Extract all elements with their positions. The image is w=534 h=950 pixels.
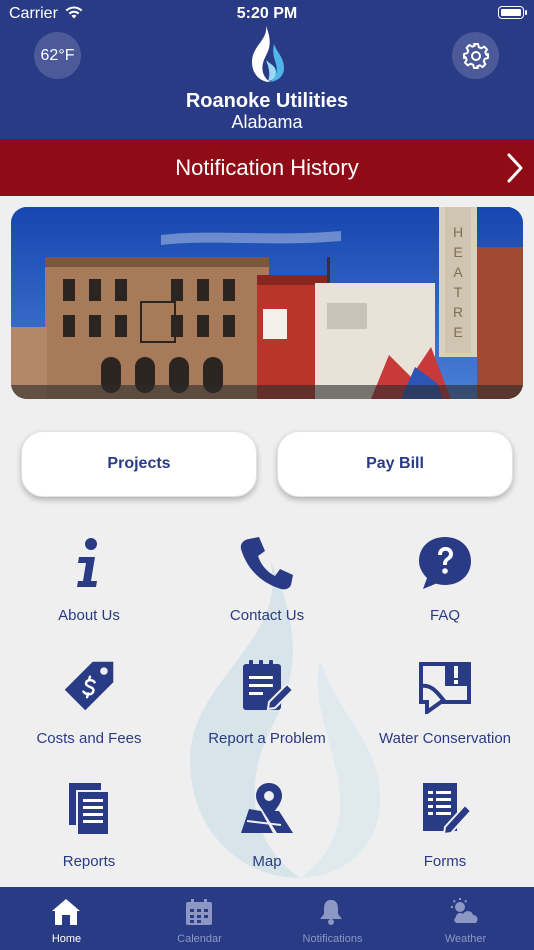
forms-item[interactable]: Forms	[356, 781, 534, 870]
tab-home-label: Home	[51, 933, 82, 945]
info-icon	[77, 538, 97, 587]
reports-item[interactable]: Reports	[0, 781, 178, 870]
tab-calendar[interactable]: Calendar	[133, 887, 266, 950]
temperature-value: 62°F	[40, 46, 75, 64]
contact-us-label: Contact Us	[229, 607, 305, 624]
costs-and-fees-label: Costs and Fees	[36, 730, 142, 747]
home-icon	[52, 899, 80, 925]
edit-note-icon	[243, 660, 295, 711]
faq-label: FAQ	[429, 607, 460, 624]
tab-weather-label: Weather	[444, 933, 487, 945]
faq-item[interactable]: FAQ	[356, 535, 534, 624]
water-conservation-item[interactable]: Water Conservation	[356, 658, 534, 747]
about-us-label: About Us	[58, 607, 120, 624]
temperature-button[interactable]: 62°F	[34, 32, 81, 79]
form-edit-icon	[423, 783, 473, 836]
brand-location: Alabama	[231, 112, 303, 132]
alert-map-icon	[419, 662, 471, 714]
svg-text:E: E	[453, 244, 462, 260]
pay-bill-button-label: Pay Bill	[366, 455, 424, 472]
water-conservation-label: Water Conservation	[379, 730, 511, 747]
tab-notifications-label: Notifications	[302, 933, 363, 945]
water-drop-logo-icon	[252, 26, 284, 82]
svg-text:R: R	[453, 304, 463, 320]
tab-home[interactable]: Home	[0, 887, 133, 950]
chevron-right-icon	[507, 153, 523, 183]
map-label: Map	[252, 853, 282, 870]
costs-and-fees-item[interactable]: Costs and Fees	[0, 658, 178, 747]
downtown-banner-image: H E A T R E	[11, 207, 523, 399]
app-header: Carrier 5:20 PM 62°F Roanoke Utilities A…	[0, 0, 534, 139]
settings-button[interactable]	[452, 32, 499, 79]
notification-history-title: Notification History	[175, 155, 359, 180]
brand-name: Roanoke Utilities	[185, 90, 349, 112]
map-pin-icon	[241, 783, 293, 833]
price-tag-icon	[64, 661, 114, 711]
status-time: 5:20 PM	[236, 5, 298, 22]
report-a-problem-label: Report a Problem	[208, 730, 326, 747]
svg-text:A: A	[453, 264, 463, 280]
svg-text:T: T	[454, 284, 463, 300]
brand-block: Roanoke Utilities Alabama	[0, 90, 534, 132]
projects-button[interactable]: Projects	[21, 431, 257, 497]
bell-icon	[320, 900, 342, 925]
forms-label: Forms	[423, 853, 467, 870]
documents-icon	[69, 783, 110, 836]
svg-text:H: H	[453, 224, 463, 240]
contact-us-item[interactable]: Contact Us	[178, 535, 356, 624]
phone-icon	[240, 537, 293, 590]
tab-calendar-label: Calendar	[177, 933, 222, 945]
gear-icon	[462, 42, 489, 69]
reports-label: Reports	[62, 853, 116, 870]
question-bubble-icon	[419, 537, 471, 589]
calendar-icon	[186, 899, 212, 925]
weather-icon	[451, 898, 478, 923]
about-us-item[interactable]: About Us	[0, 535, 178, 624]
svg-text:E: E	[453, 324, 462, 340]
projects-button-label: Projects	[107, 455, 171, 472]
tab-bar: Home Calendar Notifications Weather	[0, 887, 534, 950]
notification-history-bar[interactable]: Notification History	[0, 139, 534, 196]
tab-weather[interactable]: Weather	[399, 887, 532, 950]
map-item[interactable]: Map	[178, 781, 356, 870]
report-a-problem-item[interactable]: Report a Problem	[178, 658, 356, 747]
battery-icon	[498, 6, 527, 19]
pay-bill-button[interactable]: Pay Bill	[277, 431, 513, 497]
tab-notifications[interactable]: Notifications	[266, 887, 399, 950]
